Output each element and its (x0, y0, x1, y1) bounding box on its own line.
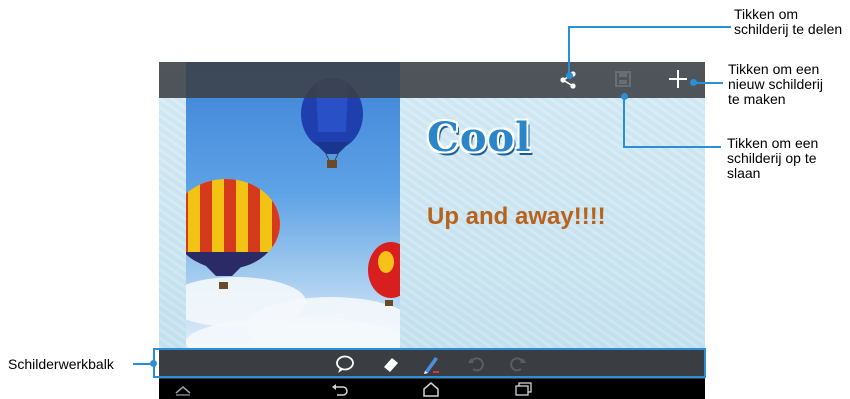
recent-apps-icon[interactable] (515, 382, 533, 399)
back-icon[interactable] (331, 382, 349, 399)
balloon-photo (186, 62, 400, 352)
new-callout-line-1: Tikken om een (728, 61, 820, 77)
new-callout-dot (690, 79, 697, 86)
save-callout-line-h (623, 146, 721, 148)
save-icon[interactable] (614, 70, 632, 88)
new-callout-line-2: nieuw schilderij (728, 76, 823, 92)
new-callout-line-3: te maken (728, 91, 786, 107)
share-callout-line-1: Tikken om (734, 6, 799, 22)
new-callout: Tikken om een nieuw schilderij te maken (728, 62, 823, 107)
new-callout-line (695, 82, 723, 84)
system-navigation-bar (159, 379, 705, 399)
cool-sticker: Cool (427, 114, 532, 161)
save-callout: Tikken om een schilderij op te slaan (727, 136, 818, 181)
share-callout-dot (566, 72, 573, 79)
home-icon[interactable] (422, 381, 440, 399)
save-callout-line-1: Tikken om een (727, 135, 819, 151)
save-callout-line-3: slaan (727, 165, 761, 181)
save-callout-dot (621, 93, 628, 100)
toolbar-callout-dot (150, 360, 157, 367)
save-callout-line-2: schilderij op te (727, 150, 817, 166)
toolbar-highlight (153, 348, 706, 378)
add-icon[interactable] (668, 69, 688, 89)
share-callout: Tikken om schilderij te delen (734, 7, 842, 37)
chevron-up-icon[interactable] (175, 383, 191, 399)
toolbar-callout: Schilderwerkbalk (8, 356, 114, 372)
headline-text: Up and away!!!! (427, 203, 606, 230)
save-callout-line-v (623, 95, 625, 147)
share-callout-line-h (568, 26, 731, 28)
share-callout-line (568, 26, 570, 74)
share-callout-line-2: schilderij te delen (734, 21, 843, 37)
